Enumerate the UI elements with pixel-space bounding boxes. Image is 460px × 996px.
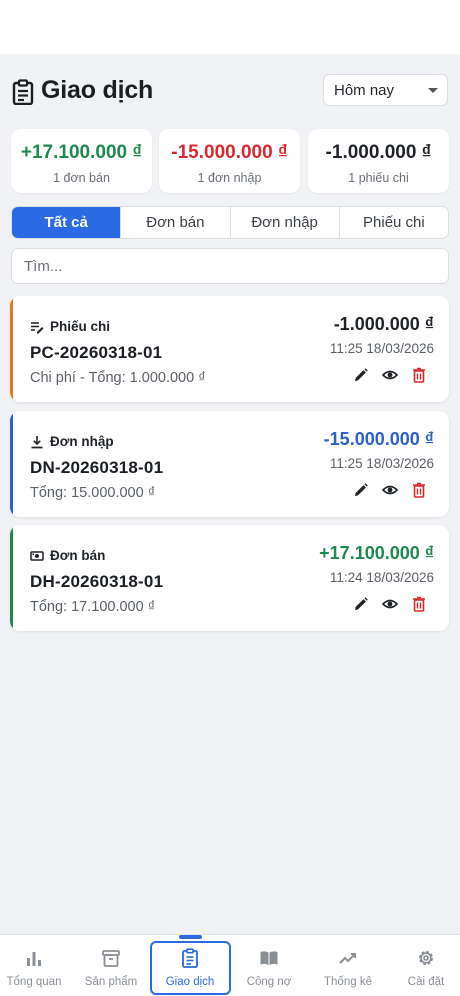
nav-item-overview[interactable]: Tổng quan [0,935,72,996]
transaction-actions [353,482,427,498]
nav-item-transactions[interactable]: Giao dịch [152,935,228,996]
nav-label: Cài đặt [407,976,445,988]
page-header: Giao dịch Hôm nay [12,74,448,110]
clipboard-icon [182,948,198,968]
nav-label: Sản phẩm [84,976,138,988]
nav-label: Công nợ [246,976,292,988]
nav-label: Thống kê [324,976,372,988]
summary-amount: +17.100.000 ₫ [20,142,143,163]
summary-card-imports: -15.000.000 ₫ 1 đơn nhập [159,129,300,193]
transaction-time: 11:24 18/03/2026 [329,570,434,585]
import-icon [31,436,43,449]
tab-expenses[interactable]: Phiếu chi [338,207,448,238]
clipboard-icon [12,79,34,105]
search-input[interactable]: Tìm... [11,248,449,284]
transaction-actions [353,596,427,612]
delete-trash-icon[interactable] [411,596,427,612]
edit-pencil-icon[interactable] [353,596,369,612]
nav-label: Tổng quan [6,976,62,988]
edit-pencil-icon[interactable] [353,367,369,383]
tab-all[interactable]: Tất cả [12,207,121,238]
transaction-amount: -15.000.000 ₫ [323,429,434,449]
status-bar [0,0,460,54]
transaction-type: Đơn bán [50,548,106,563]
bar-chart-icon [27,952,41,966]
summary-count: 1 đơn nhập [197,171,262,185]
transaction-code: PC-20260318-01 [30,343,163,362]
edit-pencil-icon[interactable] [353,482,369,498]
nav-label: Giao dịch [165,976,215,988]
cash-icon [30,551,44,561]
nav-item-debts[interactable]: Công nợ [231,935,307,996]
summary-count: 1 đơn bán [53,171,110,185]
transaction-card[interactable]: Phiếu chi PC-20260318-01 Chi phí - Tổng:… [10,296,449,402]
type-tabs: Tất cả Đơn bán Đơn nhập Phiếu chi [11,206,449,239]
accent-bar [10,296,13,402]
delete-trash-icon[interactable] [411,482,427,498]
transaction-amount: -1.000.000 ₫ [333,314,434,334]
summary-card-expenses: -1.000.000 ₫ 1 phiếu chi [308,129,449,193]
archive-box-icon [102,950,120,967]
summary-cards: +17.100.000 ₫ 1 đơn bán -15.000.000 ₫ 1 … [11,129,449,193]
date-filter-select[interactable]: Hôm nay [323,74,448,106]
transaction-code: DN-20260318-01 [30,458,164,477]
tab-imports[interactable]: Đơn nhập [229,207,339,238]
transaction-amount: +17.100.000 ₫ [319,543,434,563]
nav-item-statistics[interactable]: Thống kê [310,935,386,996]
summary-card-sales: +17.100.000 ₫ 1 đơn bán [11,129,152,193]
nav-item-settings[interactable]: Cài đặt [388,935,460,996]
bottom-nav: Tổng quan Sản phẩm Giao dịch Công nợ Thố… [0,934,460,996]
summary-amount: -1.000.000 ₫ [325,142,432,163]
caret-down-icon [428,88,438,93]
transaction-time: 11:25 18/03/2026 [329,341,434,356]
gear-icon [419,951,433,965]
summary-amount: -15.000.000 ₫ [171,142,288,163]
view-eye-icon[interactable] [382,482,398,498]
transaction-time: 11:25 18/03/2026 [329,456,434,471]
page-title: Giao dịch [41,76,154,104]
summary-count: 1 phiếu chi [348,171,409,185]
transaction-card[interactable]: Đơn bán DH-20260318-01 Tổng: 17.100.000 … [10,525,449,631]
nav-item-products[interactable]: Sản phẩm [73,935,149,996]
transaction-type: Phiếu chi [50,319,111,334]
accent-bar [10,411,13,517]
transaction-type: Đơn nhập [50,434,114,449]
trend-up-icon [339,953,356,964]
view-eye-icon[interactable] [382,596,398,612]
delete-trash-icon[interactable] [411,367,427,383]
accent-bar [10,525,13,631]
transaction-code: DH-20260318-01 [30,572,164,591]
view-eye-icon[interactable] [382,367,398,383]
transaction-card[interactable]: Đơn nhập DN-20260318-01 Tổng: 15.000.000… [10,411,449,517]
open-book-icon [260,951,278,965]
transaction-detail: Tổng: 15.000.000 ₫ [30,485,156,501]
transaction-actions [353,367,427,383]
transaction-detail: Chi phí - Tổng: 1.000.000 ₫ [30,370,206,386]
date-filter-value: Hôm nay [334,82,395,99]
tab-sales[interactable]: Đơn bán [120,207,229,238]
expense-icon [31,322,44,334]
transaction-detail: Tổng: 17.100.000 ₫ [30,599,156,615]
